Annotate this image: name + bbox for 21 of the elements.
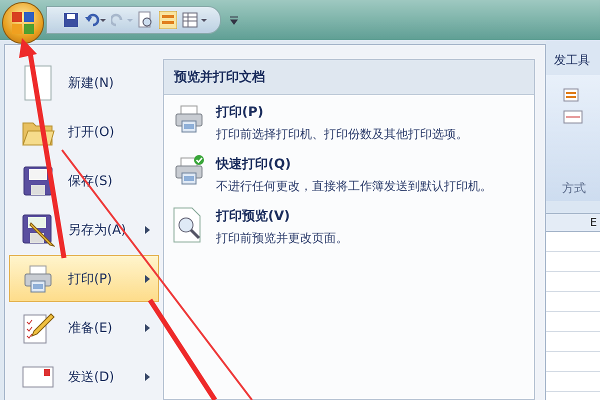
menu-item[interactable]: 准备(E) (9, 304, 159, 351)
submenu-item[interactable]: 快速打印(Q) 不进行任何更改，直接将工作簿发送到默认打印机。 (164, 147, 534, 199)
submenu-item[interactable]: 打印预览(V) 打印前预览并更改页面。 (164, 199, 534, 251)
menu-item[interactable]: 发送(D) (9, 353, 159, 400)
ribbon-tab[interactable]: 发工具 (546, 40, 600, 75)
column-header: E (546, 213, 600, 232)
envelope-icon (22, 366, 54, 388)
submenu-title: 预览并打印文档 (164, 60, 534, 95)
undo-icon[interactable] (84, 12, 106, 28)
checklist-pencil-icon (21, 310, 55, 344)
menu-item[interactable]: 新建(N) (9, 59, 159, 106)
floppy-disk-pencil-icon (21, 212, 55, 246)
menu-item[interactable]: 打印(P) (9, 255, 159, 302)
menu-item[interactable]: 打开(O) (9, 108, 159, 155)
printer-icon (22, 262, 54, 294)
page-magnifier-icon[interactable] (138, 11, 154, 29)
customize-toolbar-icon[interactable] (229, 15, 239, 25)
group-label: 方式 (562, 180, 587, 197)
submenu-item[interactable]: 打印(P) 打印前选择打印机、打印份数及其他打印选项。 (164, 95, 534, 147)
office-logo-icon (11, 11, 35, 35)
table-icon[interactable] (182, 12, 208, 28)
